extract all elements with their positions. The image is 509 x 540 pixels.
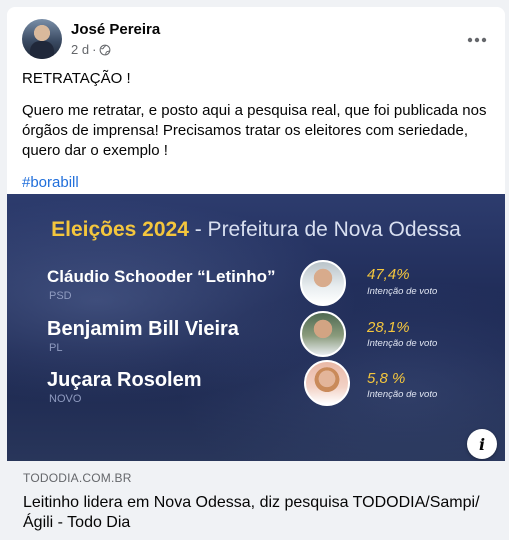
link-domain: TODODIA.COM.BR: [23, 471, 132, 485]
candidate-name: Juçara Rosolem: [47, 369, 202, 391]
candidate-percent: 5,8 %: [367, 370, 406, 387]
post-paragraph: RETRATAÇÃO !: [22, 70, 131, 87]
post-meta: 2 d ·: [71, 42, 111, 57]
candidate-intent-label: Intenção de voto: [367, 286, 438, 297]
candidate-intent-label: Intenção de voto: [367, 389, 438, 400]
candidate-percent: 47,4%: [367, 266, 410, 283]
candidate-party: PSD: [49, 290, 72, 302]
banner-title-rest: - Prefeitura de Nova Odessa: [194, 218, 461, 241]
candidate-name: Benjamim Bill Vieira: [47, 318, 239, 340]
candidate-photo: [300, 311, 346, 357]
post-text: RETRATAÇÃO ! Quero me retratar, e posto …: [22, 69, 492, 205]
banner-title-year: Eleições 2024: [51, 218, 189, 241]
link-preview-image[interactable]: Eleições 2024 - Prefeitura de Nova Odess…: [7, 194, 505, 461]
candidate-photo: [300, 260, 346, 306]
link-title[interactable]: Leitinho lidera em Nova Odessa, diz pesq…: [23, 493, 489, 533]
banner-title: Eleições 2024 - Prefeitura de Nova Odess…: [7, 218, 505, 242]
candidate-intent-label: Intenção de voto: [367, 338, 438, 349]
hashtag-link[interactable]: #borabill: [22, 174, 79, 191]
globe-icon[interactable]: [99, 44, 111, 56]
post-card: José Pereira 2 d · RETRATAÇÃO ! Quero me…: [7, 7, 505, 540]
post-time[interactable]: 2 d: [71, 42, 89, 57]
candidate-party: PL: [49, 342, 63, 354]
meta-separator: ·: [92, 42, 97, 57]
candidate-photo: [304, 360, 350, 406]
info-icon[interactable]: i: [467, 429, 497, 459]
candidate-name: Cláudio Schooder “Letinho”: [47, 267, 276, 286]
more-horizontal-icon: [467, 37, 487, 43]
candidate-party: NOVO: [49, 393, 82, 405]
post-paragraph: Quero me retratar, e posto aqui a pesqui…: [22, 102, 487, 159]
link-caption[interactable]: TODODIA.COM.BR Leitinho lidera em Nova O…: [7, 461, 505, 540]
candidate-percent: 28,1%: [367, 319, 410, 336]
author-avatar[interactable]: [22, 19, 62, 59]
post-header: José Pereira 2 d ·: [22, 19, 492, 63]
author-name[interactable]: José Pereira: [71, 21, 160, 38]
more-options-button[interactable]: [462, 25, 492, 55]
